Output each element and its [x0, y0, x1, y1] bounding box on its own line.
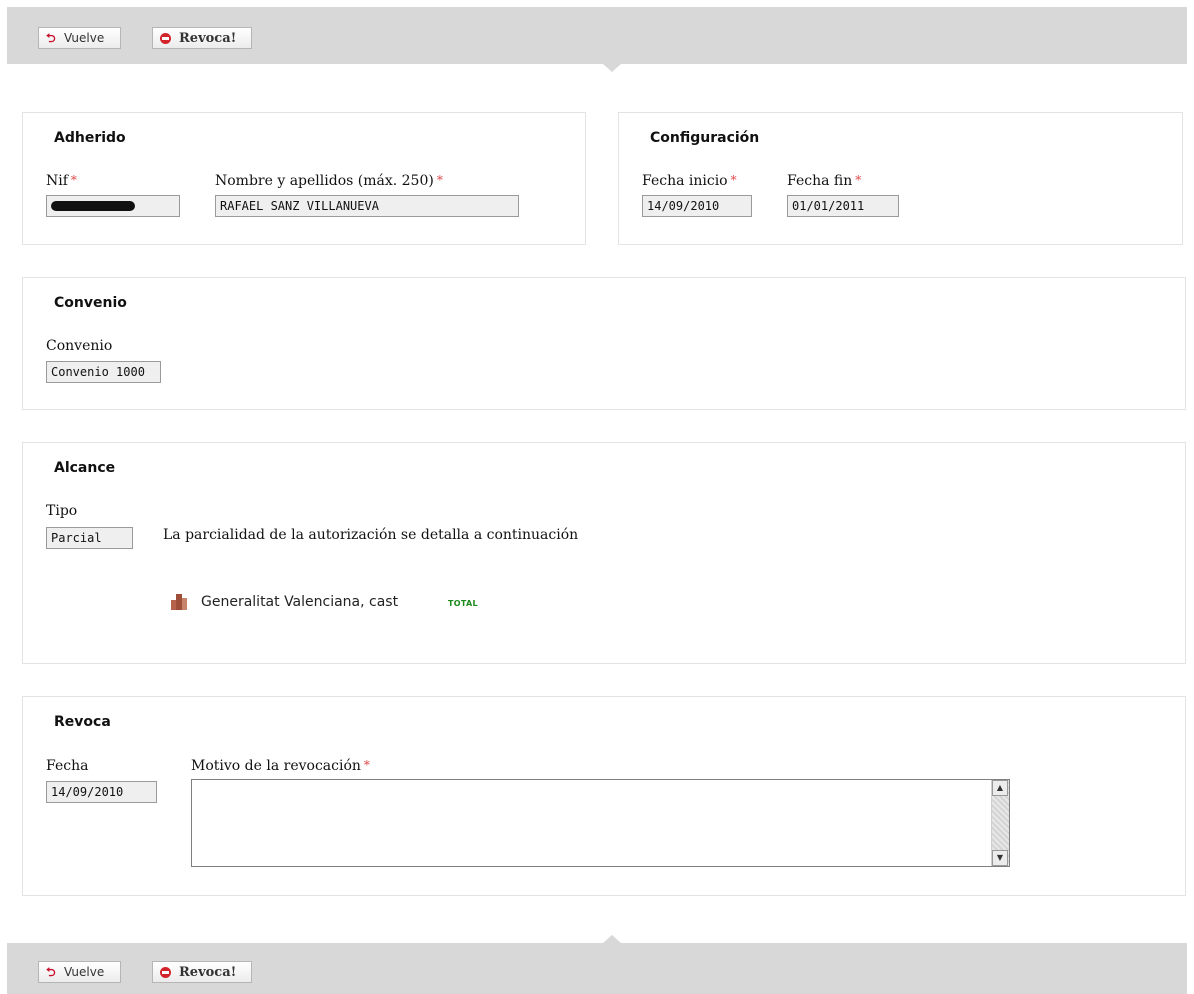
tipo-field[interactable]: Parcial	[46, 527, 133, 549]
configuracion-title: Configuración	[650, 130, 760, 146]
stop-icon	[160, 966, 171, 978]
toolbar-notch	[603, 935, 621, 943]
alcance-title: Alcance	[54, 460, 116, 476]
alcance-description: La parcialidad de la autorización se det…	[163, 527, 579, 543]
back-button[interactable]: ⮌ Vuelve	[38, 961, 121, 983]
revoke-button[interactable]: Revoca!	[152, 27, 252, 49]
toolbar-notch	[603, 64, 621, 72]
fecha-inicio-label: Fecha inicio *	[642, 173, 737, 189]
scroll-up-icon[interactable]: ▲	[992, 780, 1008, 796]
required-marker: *	[363, 758, 370, 772]
building-icon	[171, 594, 187, 610]
motivo-label-text: Motivo de la revocación	[191, 758, 361, 774]
required-marker: *	[730, 173, 737, 187]
revoke-button-label: Revoca!	[179, 964, 237, 980]
motivo-label: Motivo de la revocación *	[191, 758, 370, 774]
nombre-label-text: Nombre y apellidos (máx. 250)	[215, 173, 434, 189]
alcance-panel: Alcance Tipo Parcial La parcialidad de l…	[22, 442, 1186, 664]
fecha-label: Fecha	[46, 758, 89, 774]
revoke-button[interactable]: Revoca!	[152, 961, 252, 983]
nombre-label: Nombre y apellidos (máx. 250) *	[215, 173, 443, 189]
convenio-panel: Convenio Convenio Convenio 1000	[22, 277, 1186, 410]
convenio-field[interactable]: Convenio 1000	[46, 361, 161, 383]
motivo-textarea[interactable]: ▲ ▼	[191, 779, 1010, 867]
textarea-scrollbar[interactable]: ▲ ▼	[991, 780, 1009, 866]
back-button[interactable]: ⮌ Vuelve	[38, 27, 121, 49]
back-arrow-icon: ⮌	[46, 31, 56, 45]
fecha-fin-label-text: Fecha fin	[787, 173, 853, 189]
fecha-fin-field[interactable]: 01/01/2011	[787, 195, 899, 217]
scroll-down-icon[interactable]: ▼	[992, 850, 1008, 866]
revoke-button-label: Revoca!	[179, 30, 237, 46]
configuracion-panel: Configuración Fecha inicio * 14/09/2010 F…	[618, 112, 1183, 245]
redacted-value	[51, 200, 135, 211]
required-marker: *	[436, 173, 443, 187]
fecha-inicio-field[interactable]: 14/09/2010	[642, 195, 752, 217]
fecha-inicio-label-text: Fecha inicio	[642, 173, 728, 189]
tipo-label: Tipo	[46, 503, 78, 519]
back-button-label: Vuelve	[64, 31, 105, 45]
adherido-title: Adherido	[54, 130, 126, 146]
nif-label-text: Nif	[46, 173, 68, 189]
revoca-title: Revoca	[54, 714, 111, 730]
stop-icon	[160, 32, 171, 44]
revoca-panel: Revoca Fecha 14/09/2010 Motivo de la rev…	[22, 696, 1186, 896]
adherido-panel: Adherido Nif * Nombre y apellidos (máx. 2…	[22, 112, 586, 245]
convenio-label: Convenio	[46, 338, 113, 354]
required-marker: *	[70, 173, 77, 187]
nif-field[interactable]	[46, 195, 180, 217]
bottom-toolbar: ⮌ Vuelve Revoca!	[7, 935, 1187, 994]
nombre-field[interactable]: RAFAEL SANZ VILLANUEVA	[215, 195, 519, 217]
back-button-label: Vuelve	[64, 965, 105, 979]
top-toolbar: ⮌ Vuelve Revoca!	[7, 7, 1187, 72]
back-arrow-icon: ⮌	[46, 965, 56, 979]
fecha-fin-label: Fecha fin *	[787, 173, 861, 189]
entity-name: Generalitat Valenciana, cast	[201, 594, 399, 610]
required-marker: *	[855, 173, 862, 187]
nif-label: Nif *	[46, 173, 77, 189]
fecha-field[interactable]: 14/09/2010	[46, 781, 157, 803]
convenio-title: Convenio	[54, 295, 127, 311]
total-badge: TOTAL	[448, 599, 478, 608]
